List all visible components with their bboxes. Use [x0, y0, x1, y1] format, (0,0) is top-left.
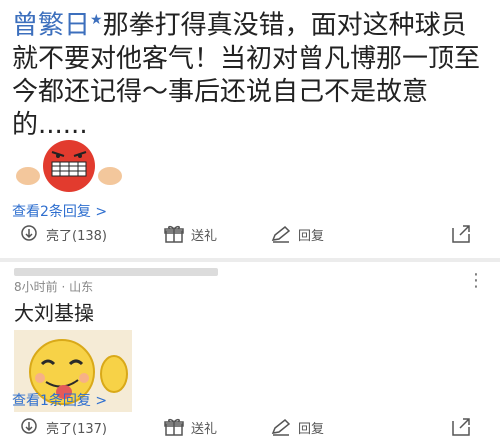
comment-card-2: 8小时前 · 山东 ⋮ 大刘基操 查看1条回复 > 亮了(137) 送礼 回复 — [0, 262, 500, 440]
share-button[interactable] — [450, 219, 472, 249]
more-icon[interactable]: ⋮ — [467, 270, 486, 291]
gift-icon — [163, 223, 185, 245]
comment-card-1: 曾繁日★那拳打得真没错，面对这种球员就不要对他客气！当初对曾凡博那一顶至今都还记… — [0, 0, 500, 258]
like-button[interactable]: 亮了(138) — [18, 219, 107, 249]
like-label: 亮了(138) — [46, 228, 107, 244]
gift-label: 送礼 — [191, 228, 218, 244]
gift-icon — [163, 416, 185, 438]
like-label: 亮了(137) — [46, 421, 107, 437]
reply-label: 回复 — [298, 421, 325, 437]
reply-icon — [270, 416, 292, 438]
reply-button[interactable]: 回复 — [270, 412, 324, 442]
comment-meta: 8小时前 · 山东 — [14, 280, 94, 294]
comment-text: 大刘基操 — [14, 301, 94, 325]
view-replies-link[interactable]: 查看1条回复 > — [12, 390, 107, 410]
angry-face-sticker — [16, 140, 122, 192]
reply-button[interactable]: 回复 — [270, 219, 324, 249]
view-replies-link[interactable]: 查看2条回复 > — [12, 201, 107, 221]
comment-text: 曾繁日★那拳打得真没错，面对这种球员就不要对他客气！当初对曾凡博那一顶至今都还记… — [12, 4, 488, 142]
reply-label: 回复 — [298, 228, 325, 244]
gift-button[interactable]: 送礼 — [163, 219, 217, 249]
like-icon — [18, 416, 40, 438]
like-button[interactable]: 亮了(137) — [18, 412, 107, 442]
like-icon — [18, 223, 40, 245]
author-name[interactable]: 曾繁日 — [12, 11, 90, 41]
action-bar: 亮了(138) 送礼 回复 — [0, 219, 500, 249]
gift-label: 送礼 — [191, 421, 218, 437]
reply-icon — [270, 223, 292, 245]
username-placeholder — [14, 268, 218, 276]
share-icon — [450, 223, 472, 245]
action-bar: 亮了(137) 送礼 回复 — [0, 412, 500, 442]
gift-button[interactable]: 送礼 — [163, 412, 217, 442]
share-button[interactable] — [450, 412, 472, 442]
share-icon — [450, 416, 472, 438]
star-icon: ★ — [90, 12, 103, 28]
